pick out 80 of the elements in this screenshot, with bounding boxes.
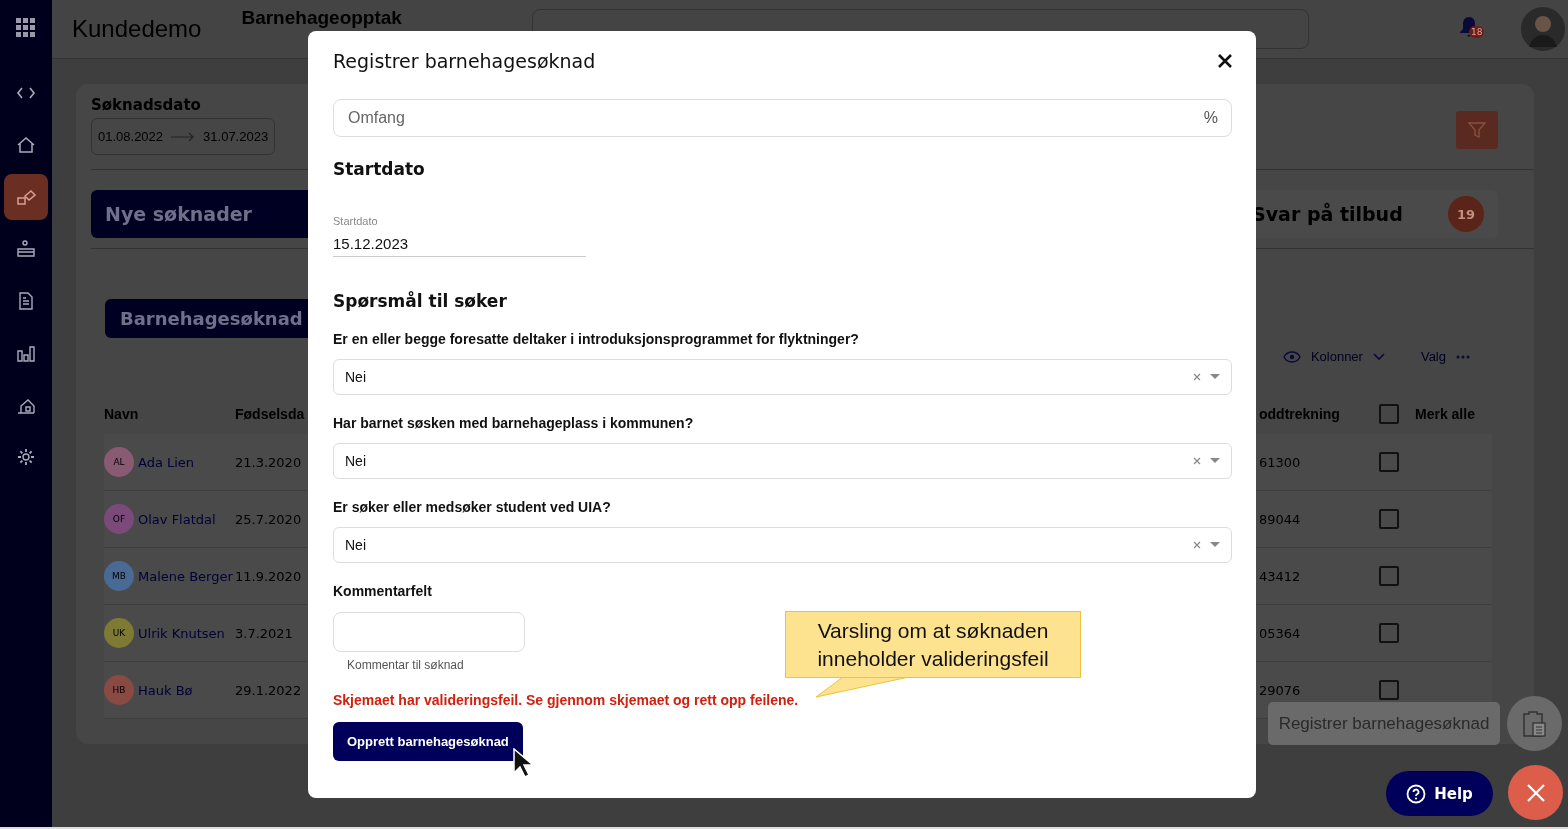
section-title: Barnehageopptak bbox=[241, 7, 402, 29]
name-link[interactable]: Ada Lien bbox=[138, 454, 195, 470]
desk-icon bbox=[16, 239, 36, 259]
user-avatar[interactable] bbox=[1520, 7, 1565, 51]
name-link[interactable]: Olav Flatdal bbox=[138, 511, 216, 527]
section-heading: Startdato bbox=[333, 159, 426, 179]
question-label: Er søker eller medsøker student ved UIA? bbox=[333, 499, 611, 515]
tab-label: Nye søknader bbox=[105, 203, 252, 225]
start-date-field[interactable]: Startdato 15.12.2023 bbox=[333, 215, 586, 257]
initials-avatar: MB bbox=[104, 561, 134, 591]
select-field[interactable]: Nei bbox=[333, 443, 1232, 479]
columns-button[interactable]: Kolonner bbox=[1282, 349, 1385, 364]
table-cell: 05364 bbox=[1259, 625, 1301, 641]
helper-text: Kommentar til søknad bbox=[347, 658, 464, 672]
initials-avatar: UK bbox=[104, 618, 134, 648]
count-badge: 19 bbox=[1448, 196, 1484, 232]
name-link[interactable]: Ulrik Knutsen bbox=[138, 625, 225, 641]
home-icon bbox=[16, 135, 36, 155]
filter-label: Søknadsdato bbox=[91, 96, 202, 114]
date-to: 31.07.2023 bbox=[203, 129, 269, 144]
submit-button[interactable]: Opprett barnehagesøknad bbox=[333, 722, 523, 761]
blocks-icon bbox=[16, 187, 36, 207]
sidebar-item[interactable] bbox=[4, 174, 48, 220]
row-checkbox[interactable] bbox=[1379, 623, 1399, 643]
select-field[interactable]: Nei bbox=[333, 527, 1232, 563]
name-link[interactable]: Malene Berger bbox=[138, 568, 233, 584]
name-link[interactable]: Hauk Bø bbox=[138, 682, 193, 698]
dialog-title: Registrer barnehagesøknad bbox=[333, 50, 596, 72]
chart-icon bbox=[16, 343, 36, 363]
arrow-right-icon bbox=[171, 131, 196, 142]
clear-icon[interactable] bbox=[1193, 541, 1201, 549]
column-header[interactable]: Fødselsda bbox=[235, 406, 305, 422]
column-header[interactable]: oddtrekning bbox=[1259, 406, 1340, 422]
app-grid-icon[interactable] bbox=[16, 18, 36, 38]
error-message: Skjemaet har valideringsfeil. Se gjennom skjemaet og rett opp feilene. bbox=[333, 692, 799, 708]
date-range-field[interactable]: 01.08.2022 31.07.2023 bbox=[91, 118, 276, 155]
row-checkbox[interactable] bbox=[1379, 509, 1399, 529]
date-from: 01.08.2022 bbox=[98, 129, 164, 144]
column-header: Merk alle bbox=[1415, 406, 1475, 422]
eye-icon bbox=[1282, 350, 1301, 363]
filter-icon bbox=[1468, 121, 1486, 139]
table-cell: 11.9.2020 bbox=[235, 568, 302, 584]
initials-avatar: AL bbox=[104, 447, 134, 477]
close-button[interactable] bbox=[1508, 765, 1563, 820]
column-header[interactable]: Navn bbox=[104, 406, 139, 422]
close-icon bbox=[1218, 54, 1232, 68]
table-cell: 89044 bbox=[1259, 511, 1301, 527]
clear-icon[interactable] bbox=[1193, 373, 1201, 381]
app-title: Kundedemo bbox=[71, 15, 203, 43]
clear-icon[interactable] bbox=[1193, 457, 1201, 465]
close-icon bbox=[1526, 783, 1545, 802]
document-icon bbox=[16, 291, 36, 311]
chevron-down-icon bbox=[1372, 352, 1385, 361]
row-checkbox[interactable] bbox=[1379, 680, 1399, 700]
select-all-checkbox[interactable] bbox=[1379, 404, 1399, 424]
table-cell: 61300 bbox=[1259, 454, 1301, 470]
caret-icon[interactable] bbox=[1210, 458, 1220, 464]
initials-avatar: OF bbox=[104, 504, 134, 534]
more-icon bbox=[1456, 354, 1470, 359]
options-button[interactable]: Valg bbox=[1420, 349, 1470, 364]
percent-suffix: % bbox=[1203, 109, 1218, 127]
initials-avatar: HB bbox=[104, 675, 134, 705]
table-cell: 43412 bbox=[1259, 568, 1301, 584]
table-cell: 21.3.2020 bbox=[235, 454, 302, 470]
table-cell: 3.7.2021 bbox=[235, 625, 293, 641]
help-icon bbox=[1406, 783, 1427, 804]
select-field[interactable]: Nei bbox=[333, 359, 1232, 395]
question-label: Har barnet søsken med barnehageplass i kommunen? bbox=[333, 415, 694, 431]
table-cell: 29.1.2022 bbox=[235, 682, 302, 698]
tooltip: Registrer barnehagesøknad bbox=[1268, 702, 1500, 745]
clipboard-icon bbox=[1521, 709, 1548, 738]
table-cell: 25.7.2020 bbox=[235, 511, 302, 527]
table-cell: 29076 bbox=[1259, 682, 1301, 698]
row-checkbox[interactable] bbox=[1379, 566, 1399, 586]
caret-icon[interactable] bbox=[1210, 374, 1220, 380]
comment-label: Kommentarfelt bbox=[333, 583, 432, 599]
help-button[interactable]: Help bbox=[1386, 771, 1493, 816]
row-checkbox[interactable] bbox=[1379, 452, 1399, 472]
comment-field[interactable] bbox=[333, 612, 525, 652]
settings-icon bbox=[16, 447, 36, 467]
